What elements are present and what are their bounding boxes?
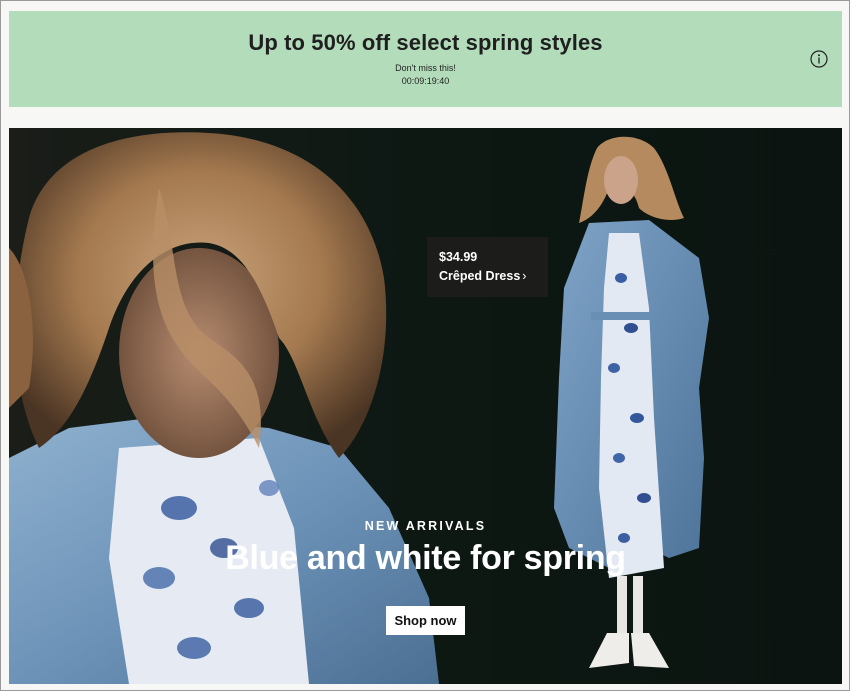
chevron-right-icon: › (522, 269, 527, 283)
page-frame: Up to 50% off select spring styles Don't… (0, 0, 850, 691)
product-price: $34.99 (439, 250, 478, 264)
promo-countdown: 00:09:19:40 (401, 76, 450, 86)
product-price-tag[interactable]: $34.99 Crêped Dress › (427, 237, 548, 297)
shop-now-button[interactable]: Shop now (386, 606, 465, 635)
promo-subtitle: Don't miss this! (395, 63, 456, 73)
info-circle-icon[interactable] (810, 50, 828, 68)
product-name-link[interactable]: Crêped Dress › (439, 269, 526, 283)
promo-title: Up to 50% off select spring styles (248, 30, 603, 55)
hero-image (9, 128, 842, 684)
product-name: Crêped Dress (439, 269, 521, 283)
hero-banner[interactable]: $34.99 Crêped Dress › NEW ARRIVALS Blue a… (9, 128, 842, 684)
promo-banner[interactable]: Up to 50% off select spring styles Don't… (9, 11, 842, 107)
hero-eyebrow: NEW ARRIVALS (364, 519, 487, 533)
hero-headline: Blue and white for spring (225, 539, 626, 577)
